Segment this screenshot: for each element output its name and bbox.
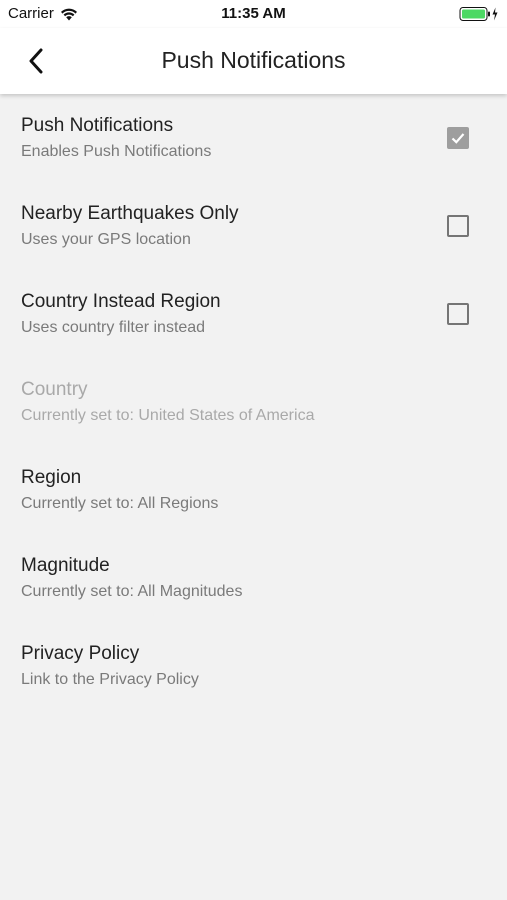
setting-subtitle: Currently set to: All Regions — [21, 495, 219, 512]
setting-country: Country Currently set to: United States … — [0, 358, 507, 446]
status-bar: Carrier 11:35 AM — [0, 0, 507, 28]
navigation-bar: Push Notifications — [0, 28, 507, 94]
checkmark-icon — [451, 133, 465, 144]
battery-charging-icon — [459, 6, 499, 22]
settings-list: Push Notifications Enables Push Notifica… — [0, 94, 507, 710]
setting-title: Privacy Policy — [21, 643, 140, 664]
setting-subtitle: Enables Push Notifications — [21, 143, 212, 160]
setting-title: Nearby Earthquakes Only — [21, 203, 239, 224]
setting-push-notifications[interactable]: Push Notifications Enables Push Notifica… — [0, 94, 507, 182]
setting-region[interactable]: Region Currently set to: All Regions — [0, 446, 507, 534]
setting-subtitle: Uses your GPS location — [21, 231, 191, 248]
nearby-earthquakes-checkbox[interactable] — [447, 215, 469, 237]
setting-country-instead-region[interactable]: Country Instead Region Uses country filt… — [0, 270, 507, 358]
status-time: 11:35 AM — [221, 5, 286, 22]
page-title: Push Notifications — [161, 47, 346, 73]
setting-nearby-earthquakes[interactable]: Nearby Earthquakes Only Uses your GPS lo… — [0, 182, 507, 270]
setting-subtitle: Link to the Privacy Policy — [21, 671, 199, 688]
country-instead-region-checkbox[interactable] — [447, 303, 469, 325]
setting-privacy-policy[interactable]: Privacy Policy Link to the Privacy Polic… — [0, 622, 507, 710]
push-notifications-checkbox[interactable] — [447, 127, 469, 149]
setting-title: Magnitude — [21, 555, 110, 576]
setting-subtitle: Currently set to: All Magnitudes — [21, 583, 243, 600]
setting-title: Country Instead Region — [21, 291, 221, 312]
setting-subtitle: Currently set to: United States of Ameri… — [21, 407, 315, 424]
setting-title: Region — [21, 467, 82, 488]
setting-magnitude[interactable]: Magnitude Currently set to: All Magnitud… — [0, 534, 507, 622]
setting-title: Country — [21, 379, 88, 400]
setting-subtitle: Uses country filter instead — [21, 319, 206, 336]
setting-title: Push Notifications — [21, 115, 174, 136]
